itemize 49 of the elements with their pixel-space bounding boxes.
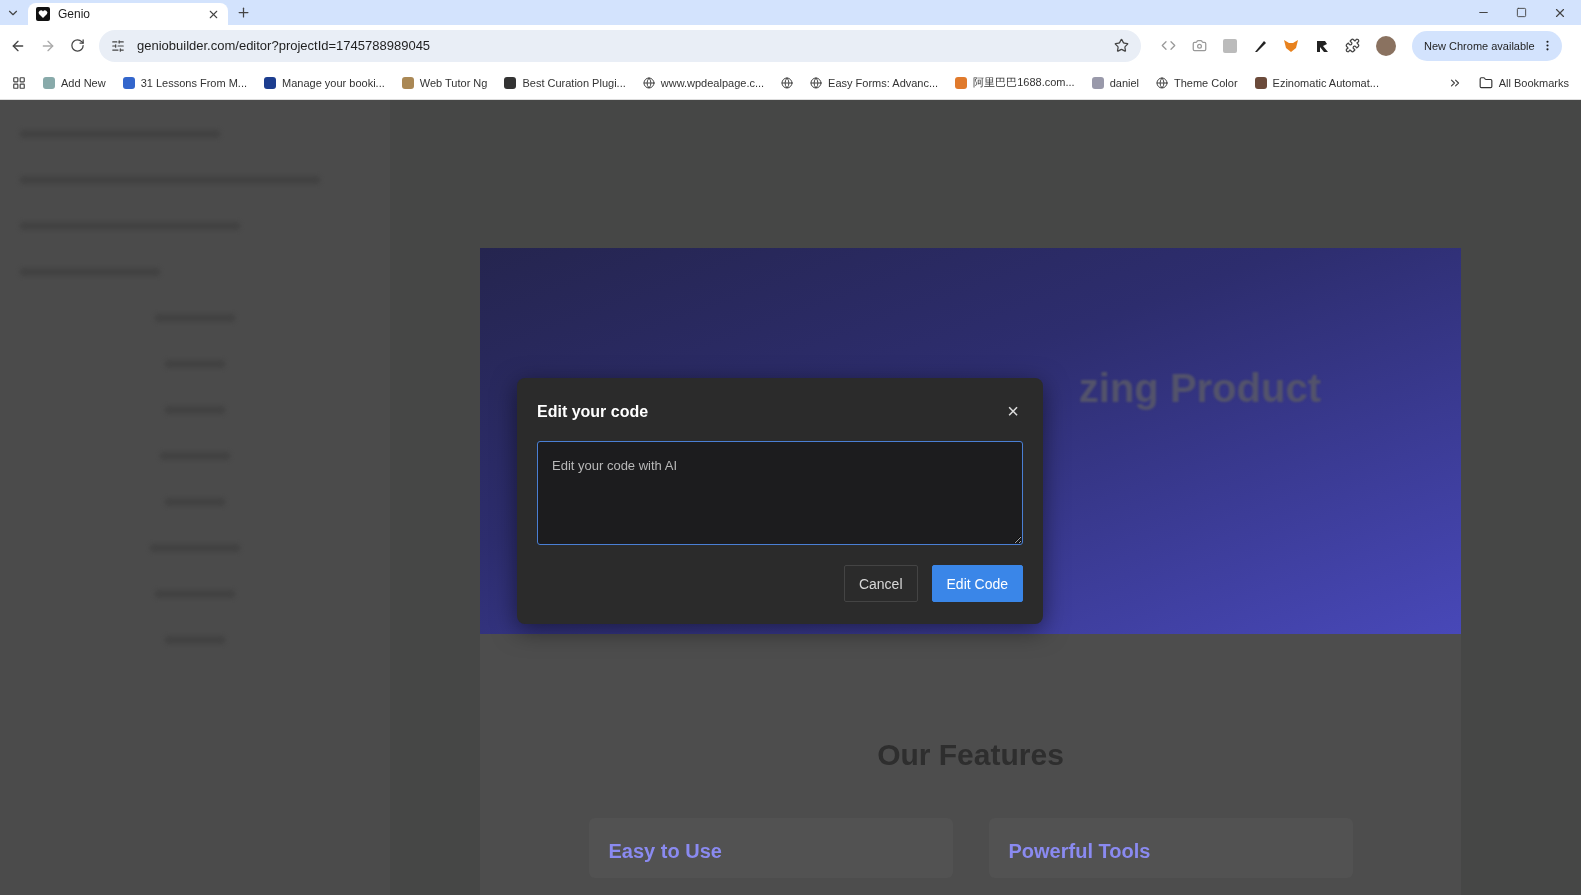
site-icon xyxy=(1091,76,1104,89)
new-tab-icon[interactable] xyxy=(236,5,251,20)
camera-icon[interactable] xyxy=(1192,38,1207,53)
bookmark-item[interactable]: Best Curation Plugi... xyxy=(504,76,626,89)
site-icon xyxy=(1254,76,1267,89)
bookmark-item[interactable]: daniel xyxy=(1091,76,1139,89)
close-button[interactable]: × xyxy=(1003,400,1023,423)
code-prompt-field[interactable]: Edit your code with AI xyxy=(537,441,1023,545)
browser-tab[interactable]: Genio xyxy=(28,3,228,25)
globe-icon[interactable] xyxy=(781,76,794,89)
card-title: Powerful Tools xyxy=(1008,840,1151,862)
code-icon[interactable] xyxy=(1161,38,1176,53)
edit-code-button[interactable]: Edit Code xyxy=(931,565,1023,602)
bookmark-item[interactable]: Theme Color xyxy=(1156,76,1238,89)
site-icon xyxy=(264,76,276,89)
bookmark-item[interactable]: Add New xyxy=(43,76,106,89)
maximize-icon[interactable] xyxy=(1516,5,1527,20)
apps-icon[interactable] xyxy=(12,75,26,90)
globe-icon xyxy=(1156,76,1168,89)
all-bookmarks[interactable]: All Bookmarks xyxy=(1478,75,1569,90)
bookmark-item[interactable]: 31 Lessons From M... xyxy=(122,76,247,89)
site-icon xyxy=(43,76,55,89)
bookmark-item[interactable]: Web Tutor Ng xyxy=(401,76,488,89)
bookmark-item[interactable]: www.wpdealpage.c... xyxy=(642,76,765,89)
site-icon xyxy=(955,76,968,89)
address-bar[interactable]: geniobuilder.com/editor?projectId=1745788989045 xyxy=(99,29,1141,62)
star-icon[interactable] xyxy=(1114,38,1129,53)
heart-icon xyxy=(36,7,50,21)
card-title: Easy to Use xyxy=(608,840,722,862)
reload-icon[interactable] xyxy=(70,38,85,53)
dialog-title: Edit your code xyxy=(537,402,649,421)
update-button[interactable]: New Chrome available xyxy=(1412,30,1562,61)
cancel-button[interactable]: Cancel xyxy=(843,565,918,602)
bookmark-item[interactable]: Easy Forms: Advanc... xyxy=(810,76,939,89)
site-icon xyxy=(504,76,517,89)
fox-icon[interactable] xyxy=(1283,38,1299,53)
site-icon xyxy=(122,76,135,89)
extension-icon[interactable] xyxy=(1315,38,1329,53)
site-settings-icon[interactable] xyxy=(111,38,125,53)
puzzle-icon[interactable] xyxy=(1345,38,1360,53)
bookmark-item[interactable]: Ezinomatic Automat... xyxy=(1254,76,1379,89)
globe-icon xyxy=(642,76,655,89)
bookmark-item[interactable]: Manage your booki... xyxy=(264,76,385,89)
folder-icon xyxy=(1478,75,1493,90)
bookmark-item[interactable]: 阿里巴巴1688.com... xyxy=(955,75,1075,90)
pen-icon[interactable] xyxy=(1253,38,1267,53)
profile-avatar[interactable] xyxy=(1376,35,1396,56)
globe-icon xyxy=(810,76,823,89)
site-icon xyxy=(401,76,414,89)
